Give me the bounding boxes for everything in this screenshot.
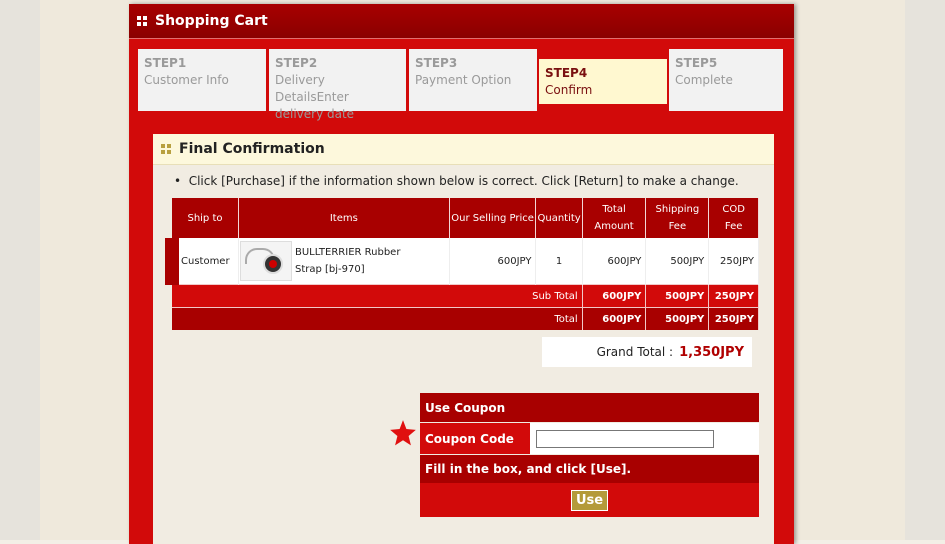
subtotal-cod: 250JPY — [708, 284, 759, 308]
panel-header: Final Confirmation — [153, 134, 774, 165]
step-number: STEP4 — [545, 66, 588, 80]
cell-price: 600JPY — [449, 238, 537, 285]
step-1: STEP1 Customer Info — [138, 49, 266, 111]
shopping-cart-panel: Shopping Cart STEP1 Customer Info STEP2 … — [129, 4, 794, 544]
step-number: STEP1 — [144, 56, 187, 70]
col-cod: COD Fee — [708, 198, 759, 238]
coupon-title: Use Coupon — [420, 393, 759, 422]
step-label: Customer Info — [144, 73, 229, 87]
product-name: BULLTERRIER Rubber Strap [bj-970] — [294, 247, 401, 275]
total-row: Total 600JPY 500JPY 250JPY — [172, 307, 759, 330]
left-background-strip — [0, 0, 40, 540]
star-icon — [390, 420, 416, 446]
coupon-hint: Fill in the box, and click [Use]. — [420, 455, 759, 483]
bullet: • — [174, 174, 189, 188]
cell-quantity: 1 — [535, 238, 583, 285]
cell-cod: 250JPY — [708, 238, 759, 285]
cell-total: 600JPY — [582, 238, 647, 285]
step-number: STEP5 — [675, 56, 718, 70]
grid-squares-icon — [161, 144, 171, 154]
total-shipping: 500JPY — [645, 307, 710, 330]
col-shipping: Shipping Fee — [645, 198, 710, 238]
step-4-active: STEP4 Confirm — [539, 59, 667, 104]
cart-header: Shopping Cart — [129, 4, 794, 39]
use-coupon-button[interactable]: Use — [570, 489, 609, 511]
step-label: Payment Option — [415, 73, 512, 87]
coupon-code-input[interactable] — [536, 429, 714, 448]
panel-title: Final Confirmation — [179, 141, 325, 157]
col-ship-to: Ship to — [172, 198, 239, 238]
product-thumbnail[interactable] — [239, 241, 292, 281]
step-5: STEP5 Complete — [669, 49, 783, 111]
grid-squares-icon — [137, 16, 147, 26]
coupon-code-row: Coupon Code — [420, 423, 759, 454]
grand-total-label: Grand Total : — [596, 345, 674, 359]
total-label: Total — [172, 307, 583, 330]
step-label: Confirm — [545, 83, 593, 97]
cell-ship-to: Customer — [164, 238, 239, 285]
order-table: Ship to Items Our Selling Price Quantity… — [164, 198, 759, 330]
col-items: Items — [238, 198, 450, 238]
subtotal-label: Sub Total — [172, 284, 583, 308]
subtotal-row: Sub Total 600JPY 500JPY 250JPY — [172, 284, 759, 308]
step-label: Delivery DetailsEnter delivery date — [275, 73, 355, 121]
total-total: 600JPY — [582, 307, 647, 330]
cell-shipping: 500JPY — [645, 238, 710, 285]
final-confirmation-panel: Final Confirmation • Click [Purchase] if… — [153, 134, 774, 544]
step-label: Complete — [675, 73, 733, 87]
coupon-box: Use Coupon Coupon Code Fill in the box, … — [390, 393, 759, 517]
instruction-note: • Click [Purchase] if the information sh… — [174, 174, 739, 188]
table-row: Customer BULLTERRIER Rubber Strap [bj-97… — [164, 238, 759, 285]
coupon-field-cell — [530, 423, 759, 454]
col-quantity: Quantity — [535, 198, 583, 238]
grand-total: Grand Total : 1,350JPY — [542, 337, 752, 367]
step-number: STEP3 — [415, 56, 458, 70]
cart-title: Shopping Cart — [155, 13, 268, 29]
checkout-steps: STEP1 Customer Info STEP2 Delivery Detai… — [138, 49, 786, 121]
step-3: STEP3 Payment Option — [409, 49, 537, 111]
step-number: STEP2 — [275, 56, 318, 70]
grand-total-value: 1,350JPY — [679, 344, 744, 360]
subtotal-total: 600JPY — [582, 284, 647, 308]
col-total: Total Amount — [582, 198, 647, 238]
cell-item: BULLTERRIER Rubber Strap [bj-970] — [238, 238, 450, 285]
total-cod: 250JPY — [708, 307, 759, 330]
coupon-code-label: Coupon Code — [420, 423, 530, 454]
col-price: Our Selling Price — [449, 198, 537, 238]
table-header-row: Ship to Items Our Selling Price Quantity… — [172, 198, 759, 238]
coupon-button-row: Use — [420, 483, 759, 517]
right-background-strip — [905, 0, 945, 540]
subtotal-shipping: 500JPY — [645, 284, 710, 308]
instruction-text: Click [Purchase] if the information show… — [188, 174, 739, 188]
step-2: STEP2 Delivery DetailsEnter delivery dat… — [269, 49, 406, 121]
